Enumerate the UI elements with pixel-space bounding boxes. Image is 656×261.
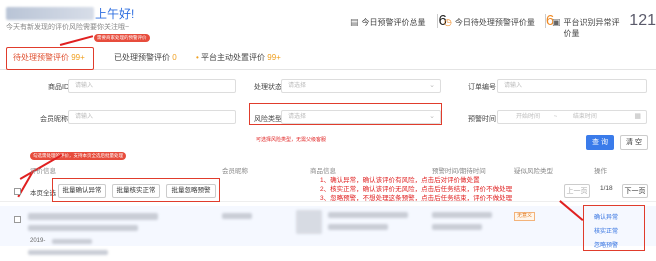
product-id-input[interactable]: 请输入	[68, 79, 236, 93]
divider	[437, 14, 438, 28]
highlight-box	[583, 205, 645, 251]
greeting: 上午好!	[95, 7, 135, 21]
member-name-label: 会员昵称	[40, 116, 68, 123]
highlight-box	[249, 103, 442, 125]
expect-time-blurred	[432, 224, 482, 230]
table-header: 评价信息 会员昵称 商品信息 预警时间/期待时间 疑似风险类型 操作	[30, 168, 607, 175]
order-no-input[interactable]: 请输入	[497, 79, 647, 93]
warning-time-blurred	[432, 212, 492, 218]
greeting-subline: 今天有新发现的评价风险需要你关注哦~	[6, 24, 130, 31]
next-page-button[interactable]: 下一页	[622, 184, 648, 198]
member-name-blurred	[222, 213, 252, 219]
warning-time-range[interactable]: 开始时间 ~ 结束时间 ▦	[497, 110, 647, 124]
product-title-blurred	[328, 212, 408, 218]
stat-total-warnings: ▤ 今日预警评价总量 6	[350, 12, 447, 29]
tab-platform-handled[interactable]: • 平台主动处置评价 99+	[196, 52, 281, 63]
prev-page-button[interactable]: 上一页	[564, 184, 590, 198]
shop-name-blurred	[6, 7, 94, 20]
chevron-down-icon: ⌄	[429, 82, 435, 89]
header: 上午好! 今天有新发现的评价风险需要你关注哦~ ▤ 今日预警评价总量 6 ◷ 今…	[0, 0, 656, 38]
document-icon: ▤	[350, 17, 359, 27]
process-status-select[interactable]: 请选择 ⌄	[281, 79, 441, 93]
member-name-input[interactable]: 请输入	[68, 110, 236, 124]
shield-icon: ▣	[552, 17, 561, 27]
highlight-box	[52, 178, 220, 202]
review-warning-page: 上午好! 今天有新发现的评价风险需要你关注哦~ ▤ 今日预警评价总量 6 ◷ 今…	[0, 0, 656, 261]
divider	[545, 14, 546, 28]
review-date-blurred	[52, 239, 92, 244]
tab-processed[interactable]: 已处理预警评价 0	[114, 52, 177, 63]
stat-pending-warnings: ◷ 今日待处理预警评价量 6	[444, 12, 555, 29]
review-text-blurred	[28, 213, 158, 220]
query-button[interactable]: 查 询	[586, 135, 614, 150]
review-date: 2019-	[30, 238, 46, 244]
product-title-blurred	[328, 224, 388, 230]
warning-time-label: 预警时间	[468, 116, 496, 123]
tab-bar: 待处理预警评价 99+ 已处理预警评价 0 • 平台主动处置评价 99+	[0, 44, 656, 70]
review-text-blurred	[28, 225, 138, 231]
risk-type-tag: 无意义	[514, 212, 536, 221]
page-indicator: 1/18	[600, 185, 613, 192]
annotation-batch-note: 勾选需处理的评价，支持本页全选后批量处理	[30, 152, 126, 160]
annotation-risk-note: 可选择风险类型，无需父级客服	[256, 137, 327, 143]
order-no-label: 订单编号	[468, 84, 496, 91]
select-all-checkbox[interactable]	[14, 188, 21, 195]
calendar-icon: ▦	[634, 113, 641, 120]
stat-platform-abnormal: ▣ 平台识别异常评价量 121	[552, 12, 656, 38]
review-text-blurred	[28, 250, 108, 255]
product-thumbnail	[296, 210, 322, 234]
row-checkbox[interactable]	[14, 216, 21, 223]
process-status-label: 处理状态	[254, 84, 282, 91]
clock-icon: ◷	[444, 17, 452, 27]
highlight-box	[6, 47, 94, 70]
product-id-label: 商品ID	[48, 84, 69, 91]
clear-button[interactable]: 清 空	[620, 135, 648, 150]
annotation-tab-note: 需要商家处理的预警评价	[94, 34, 150, 42]
